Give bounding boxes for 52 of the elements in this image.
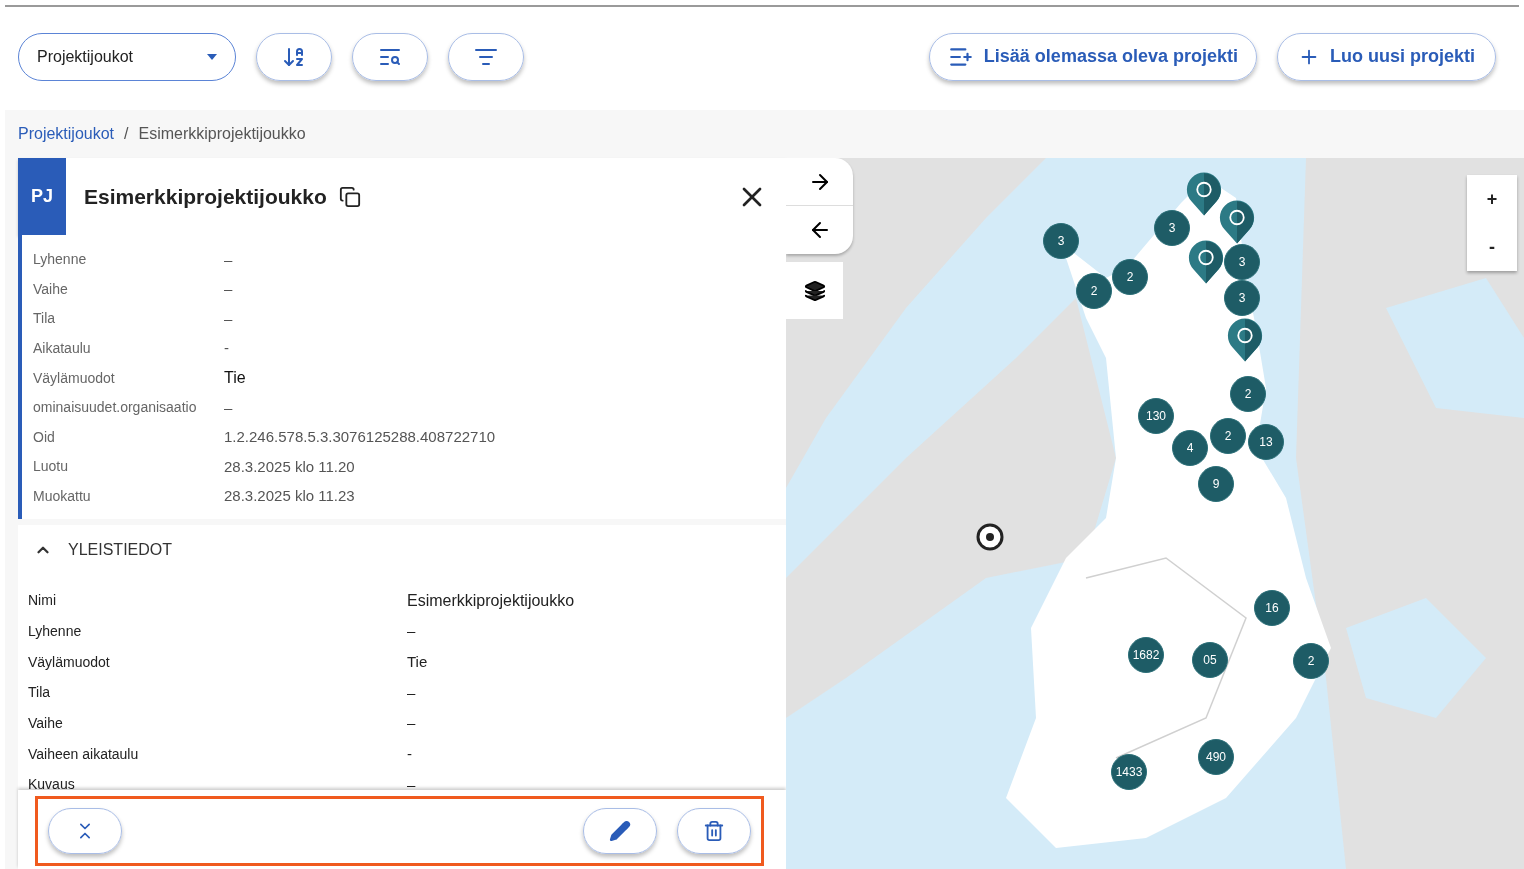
field-label: Vaihe xyxy=(27,713,64,733)
breadcrumb-link[interactable]: Projektijoukot xyxy=(18,122,115,146)
trash-icon xyxy=(703,820,725,842)
field-label: Tila xyxy=(27,683,52,703)
zoom-in-button[interactable]: + xyxy=(1467,175,1517,223)
field-label: Luotu xyxy=(32,457,70,477)
field-value: - xyxy=(407,743,412,764)
field-label: Tila xyxy=(32,309,57,329)
zoom-out-button[interactable]: - xyxy=(1467,223,1517,271)
field-value: – xyxy=(407,774,416,790)
breadcrumb-current: Esimerkkiprojektijoukko xyxy=(138,124,306,144)
field-label: Aikataulu xyxy=(32,339,92,359)
field-label: Muokattu xyxy=(32,487,92,507)
caret-icon xyxy=(207,53,217,60)
field-label: Oid xyxy=(32,427,56,447)
field-value: 1.2.246.578.5.3.3076125288.408722710 xyxy=(224,427,496,448)
field-value: – xyxy=(224,308,233,329)
field-value: – xyxy=(224,279,233,300)
location-icon xyxy=(975,522,1005,552)
field-label: ominaisuudet.organisaatio xyxy=(32,398,198,418)
field-label: Nimi xyxy=(27,591,57,611)
field-label: Väylämuodot xyxy=(32,368,116,388)
project-badge: PJ xyxy=(18,158,66,235)
field-value: – xyxy=(407,621,416,642)
field-value: Esimerkkiprojektijoukko xyxy=(407,590,575,611)
field-label: Vaiheen aikataulu xyxy=(27,744,140,764)
breadcrumb-separator: / xyxy=(124,124,129,144)
field-value: – xyxy=(407,713,416,734)
field-value: – xyxy=(224,249,233,270)
field-label: Vaihe xyxy=(32,279,69,299)
field-value: 28.3.2025 klo 11.20 xyxy=(224,456,355,477)
field-value: Tie xyxy=(407,651,428,672)
field-label: Lyhenne xyxy=(27,621,83,641)
field-value: – xyxy=(407,682,416,703)
map[interactable]: 3 3 2 2 3 3 2 130 4 2 13 9 16 1682 05 2 490 1433 + - xyxy=(786,158,1524,869)
panel-title: Esimerkkiprojektijoukko xyxy=(84,183,327,210)
layers-button[interactable] xyxy=(786,262,843,319)
field-label: Kuvaus xyxy=(27,775,76,790)
field-label: Lyhenne xyxy=(32,250,88,270)
pencil-icon xyxy=(609,820,631,842)
layers-icon xyxy=(803,279,826,302)
copy-icon[interactable] xyxy=(338,185,361,208)
map-pin-icon[interactable] xyxy=(1219,200,1255,244)
map-pin-icon[interactable] xyxy=(1186,172,1222,216)
map-pin-icon[interactable] xyxy=(1227,318,1263,362)
field-value: Tie xyxy=(224,368,246,389)
field-label: Väylämuodot xyxy=(27,652,111,672)
map-pin-icon[interactable] xyxy=(1188,240,1224,284)
field-value: – xyxy=(224,397,233,418)
section-header[interactable]: YLEISTIEDOT xyxy=(18,525,786,576)
field-value: - xyxy=(224,338,229,359)
field-value: 28.3.2025 klo 11.23 xyxy=(224,486,355,507)
